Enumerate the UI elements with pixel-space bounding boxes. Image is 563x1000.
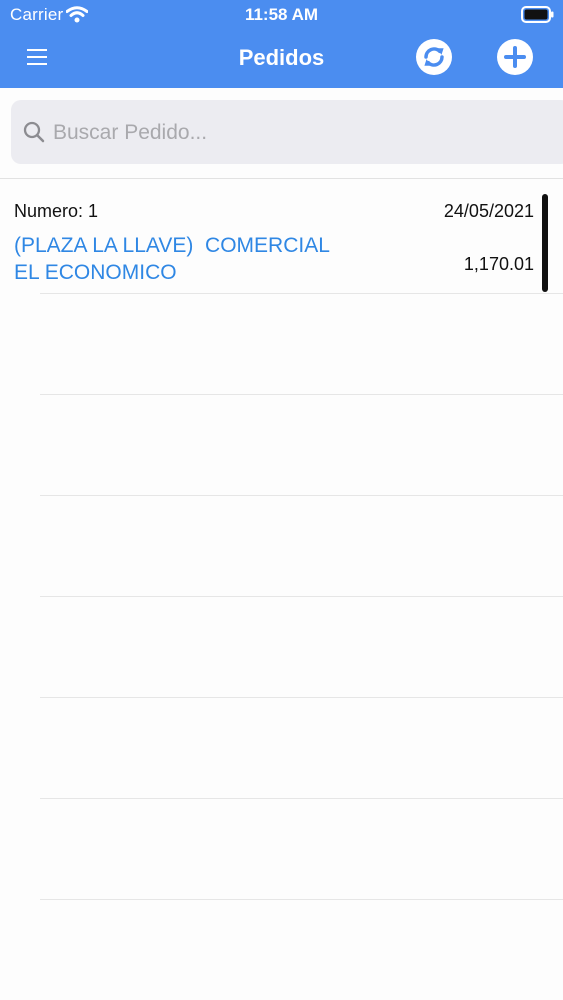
search-input[interactable] xyxy=(51,112,555,154)
scroll-indicator[interactable] xyxy=(542,194,548,292)
orders-screen: Carrier 11:58 AM Pedidos Buscar Pedido..… xyxy=(0,0,563,1000)
list-separator xyxy=(40,596,563,597)
status-time: 11:58 AM xyxy=(244,5,319,24)
refresh-button[interactable] xyxy=(416,39,452,75)
search-box[interactable] xyxy=(11,100,563,164)
list-separator xyxy=(40,899,563,900)
order-total: 1,170.01 xyxy=(463,254,534,274)
battery-icon xyxy=(521,6,554,23)
list-separator xyxy=(40,697,563,698)
order-date: 24/05/2021 xyxy=(443,201,534,221)
add-order-button[interactable] xyxy=(497,39,533,75)
plus-icon xyxy=(504,46,526,68)
list-separator xyxy=(40,394,563,395)
list-separator xyxy=(40,293,563,294)
list-separator xyxy=(40,798,563,799)
refresh-icon xyxy=(424,47,444,67)
order-number: Numero: 1 xyxy=(14,201,99,221)
list-separator xyxy=(40,495,563,496)
order-row[interactable]: Numero: 1 24/05/2021 (PLAZA LA LLAVE) CO… xyxy=(0,179,563,293)
order-client-name[interactable]: (PLAZA LA LLAVE) COMERCIAL EL ECONOMICO xyxy=(14,232,374,286)
search-icon xyxy=(23,121,45,143)
search-bar xyxy=(0,88,563,179)
top-bar: Carrier 11:58 AM Pedidos xyxy=(0,0,563,88)
page-title: Pedidos xyxy=(238,45,325,70)
